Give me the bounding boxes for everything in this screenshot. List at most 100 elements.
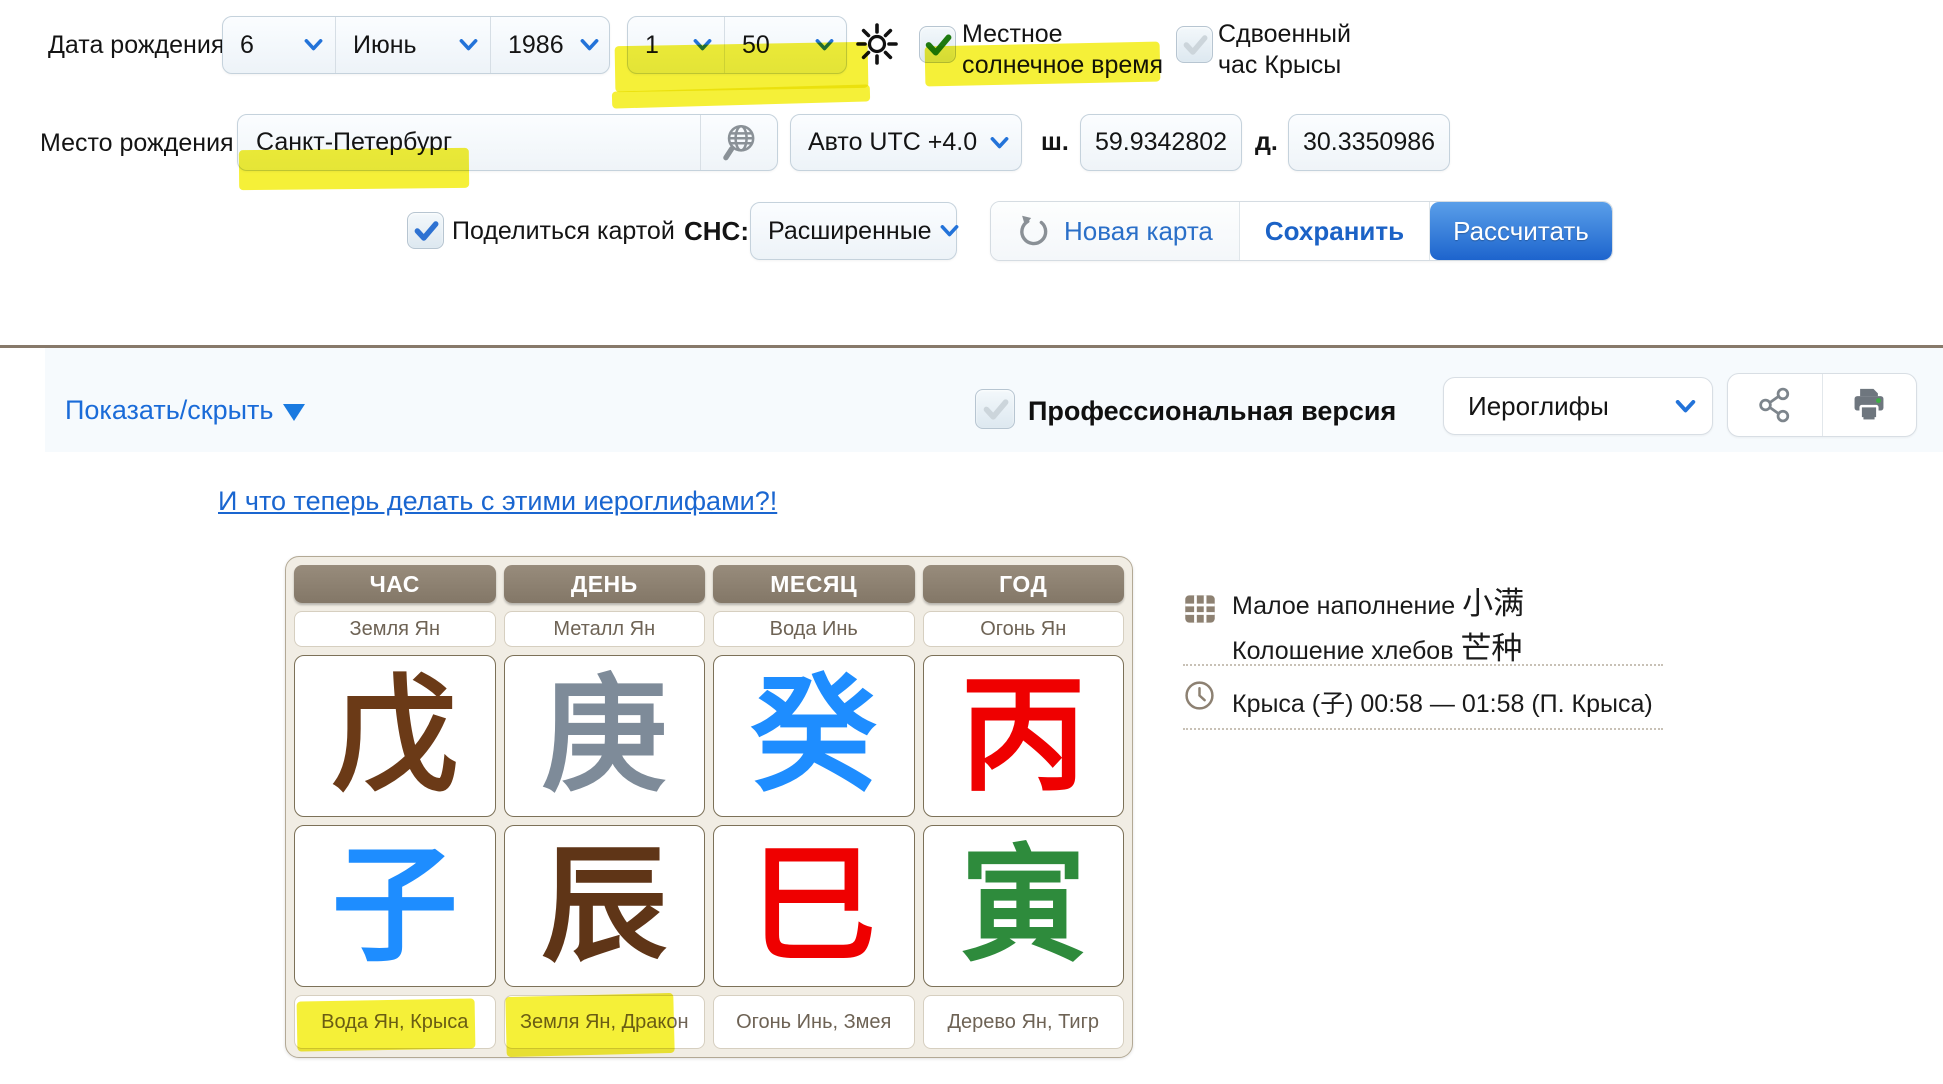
check-icon — [982, 396, 1009, 423]
chevron-down-icon — [940, 225, 959, 237]
longitude-label: д. — [1255, 128, 1278, 157]
day-select[interactable]: 6 — [223, 17, 336, 73]
pillar-animal-label: Вода Ян, Крыса — [294, 995, 496, 1049]
month-value: Июнь — [353, 31, 417, 60]
pro-version-label: Профессиональная версия — [1028, 396, 1396, 427]
glyphs-hint-link[interactable]: И что теперь делать с этими иероглифами?… — [218, 486, 777, 517]
year-select[interactable]: 1986 — [491, 17, 609, 73]
branch-character: 子 — [332, 843, 458, 969]
hour-select[interactable]: 1 — [628, 17, 725, 73]
birth-place-field: Санкт-Петербург — [237, 114, 778, 171]
hour-value: 1 — [645, 31, 659, 60]
branch-cell[interactable]: 寅 — [923, 825, 1125, 987]
new-chart-button[interactable]: Новая карта — [991, 202, 1240, 260]
stem-character: 丙 — [960, 673, 1086, 799]
calculate-button[interactable]: Рассчитать — [1430, 202, 1612, 260]
hour-range-line: Крыса (子) 00:58 — 01:58 (П. Крыса) — [1232, 684, 1653, 720]
solar-term-glyphs: 芒种 — [1460, 631, 1522, 666]
action-button-group: Новая карта Сохранить Рассчитать — [990, 201, 1613, 261]
share-map-checkbox[interactable] — [407, 212, 444, 249]
pillar-title: ГОД — [923, 565, 1125, 603]
pillar-element-label: Огонь Ян — [923, 611, 1125, 647]
show-hide-toggle[interactable]: Показать/скрыть — [65, 395, 305, 426]
minute-select[interactable]: 50 — [725, 17, 846, 73]
birth-place-input[interactable]: Санкт-Петербург — [238, 128, 700, 157]
globe-search-icon — [718, 122, 760, 164]
solar-term-next: Колошение хлебов 芒种 — [1232, 623, 1522, 668]
calendar-icon — [1183, 592, 1217, 626]
branch-cell[interactable]: 子 — [294, 825, 496, 987]
pillars-table: ЧАС Земля Ян 戊 子 Вода Ян, Крыса ДЕНЬ Мет… — [285, 556, 1133, 1058]
pillar-title: ЧАС — [294, 565, 496, 603]
local-solar-time-checkbox[interactable] — [919, 26, 956, 63]
solar-term-glyphs: 小满 — [1462, 586, 1524, 621]
utc-select[interactable]: Авто UTC +4.0 — [791, 115, 1021, 170]
year-value: 1986 — [508, 31, 564, 60]
birth-time-select-group: 1 50 — [627, 16, 847, 74]
utc-value: Авто UTC +4.0 — [808, 128, 977, 157]
pillar-column-day: ДЕНЬ Металл Ян 庚 辰 Земля Ян, Дракон — [504, 565, 706, 1049]
birth-place-label: Место рождения — [40, 129, 234, 158]
pillar-animal-label: Земля Ян, Дракон — [504, 995, 706, 1049]
cns-label: СНС: — [684, 216, 749, 247]
share-icon — [1756, 386, 1794, 424]
pillar-title: ДЕНЬ — [504, 565, 706, 603]
chevron-down-icon — [459, 39, 478, 51]
cns-value: Расширенные — [768, 217, 932, 246]
chevron-down-icon — [990, 137, 1009, 149]
pillar-column-year: ГОД Огонь Ян 丙 寅 Дерево Ян, Тигр — [923, 565, 1125, 1049]
month-select[interactable]: Июнь — [336, 17, 491, 73]
minute-value: 50 — [742, 31, 770, 60]
dotted-divider — [1183, 664, 1663, 666]
share-button[interactable] — [1728, 374, 1822, 436]
stem-character: 戊 — [332, 673, 458, 799]
branch-cell[interactable]: 辰 — [504, 825, 706, 987]
pillar-title: МЕСЯЦ — [713, 565, 915, 603]
chevron-down-icon — [693, 39, 712, 51]
undo-icon — [1017, 214, 1051, 248]
pillar-animal-label: Дерево Ян, Тигр — [923, 995, 1125, 1049]
longitude-input[interactable]: 30.3350986 — [1288, 114, 1450, 171]
place-search-button[interactable] — [700, 115, 777, 170]
double-rat-hour-checkbox[interactable] — [1176, 26, 1213, 63]
double-rat-hour-label: Сдвоенный час Крысы — [1218, 19, 1351, 81]
pillar-element-label: Металл Ян — [504, 611, 706, 647]
glyph-mode-value: Иероглифы — [1468, 391, 1609, 422]
highlight-time-stroke — [612, 84, 870, 108]
day-value: 6 — [240, 31, 254, 60]
stem-character: 癸 — [751, 673, 877, 799]
print-icon — [1849, 385, 1889, 425]
pillar-element-label: Земля Ян — [294, 611, 496, 647]
branch-character: 辰 — [541, 843, 667, 969]
utc-select-wrap: Авто UTC +4.0 — [790, 114, 1022, 171]
stem-cell[interactable]: 戊 — [294, 655, 496, 817]
sun-icon[interactable] — [855, 22, 899, 66]
local-solar-time-label: Местное солнечное время — [962, 19, 1163, 81]
save-button[interactable]: Сохранить — [1240, 202, 1430, 260]
print-button[interactable] — [1822, 374, 1917, 436]
latitude-input[interactable]: 59.9342802 — [1080, 114, 1242, 171]
check-icon — [1182, 32, 1208, 58]
stem-character: 庚 — [541, 673, 667, 799]
share-print-group — [1727, 373, 1917, 437]
share-map-label: Поделиться картой — [452, 217, 675, 246]
triangle-down-icon — [283, 404, 305, 421]
dotted-divider — [1183, 728, 1663, 730]
branch-character: 寅 — [960, 843, 1086, 969]
chevron-down-icon — [815, 39, 834, 51]
glyph-mode-select[interactable]: Иероглифы — [1443, 377, 1713, 435]
stem-cell[interactable]: 丙 — [923, 655, 1125, 817]
branch-cell[interactable]: 巳 — [713, 825, 915, 987]
solar-term-current: Малое наполнение 小满 — [1232, 578, 1524, 623]
pillar-animal-label: Огонь Инь, Змея — [713, 995, 915, 1049]
clock-icon — [1184, 680, 1215, 711]
stem-cell[interactable]: 癸 — [713, 655, 915, 817]
cns-select-wrap: Расширенные — [750, 202, 957, 260]
pro-version-checkbox[interactable] — [975, 389, 1015, 429]
chevron-down-icon — [1675, 400, 1696, 413]
pillar-column-month: МЕСЯЦ Вода Инь 癸 巳 Огонь Инь, Змея — [713, 565, 915, 1049]
bazi-calculator-page: Дата рождения 6 Июнь 1986 1 50 — [0, 0, 1943, 1084]
check-icon — [413, 218, 439, 244]
stem-cell[interactable]: 庚 — [504, 655, 706, 817]
cns-select[interactable]: Расширенные — [751, 203, 971, 259]
